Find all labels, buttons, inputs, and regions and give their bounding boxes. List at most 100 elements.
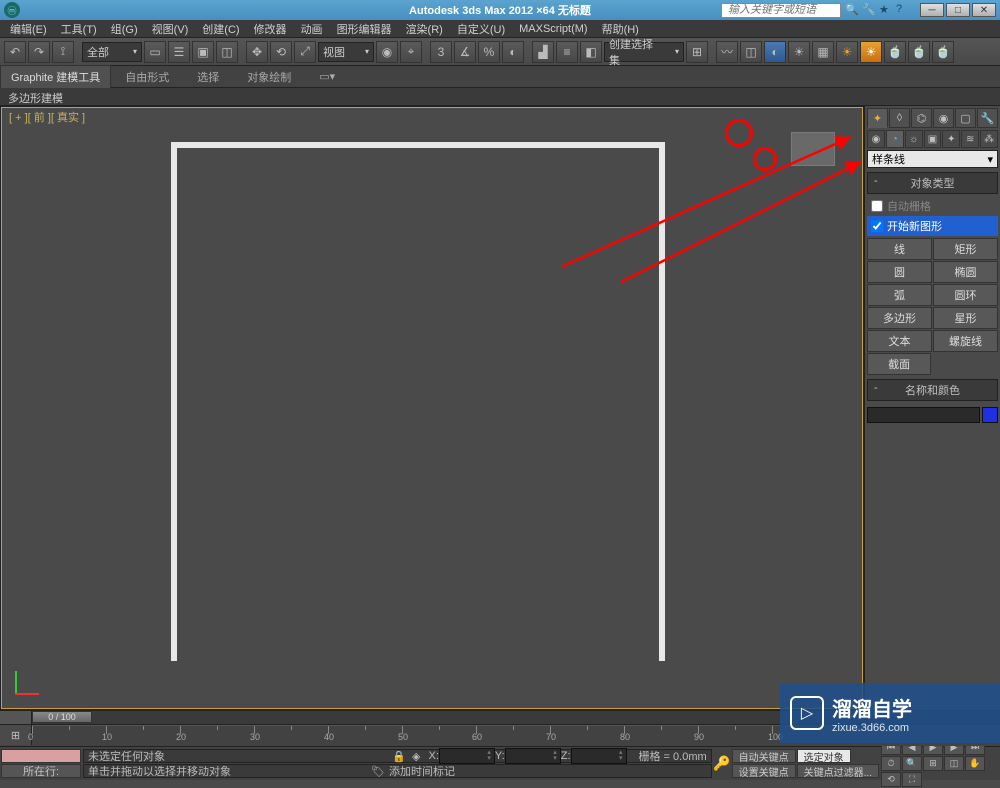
named-sel-set-dropdown[interactable]: 创建选择集 — [604, 42, 684, 62]
time-slider-handle[interactable]: 0 / 100 — [32, 711, 92, 723]
spinner-snap-button[interactable]: ◐ — [502, 41, 524, 63]
menu-customize[interactable]: 自定义(U) — [451, 19, 511, 39]
menu-maxscript[interactable]: MAXScript(M) — [513, 21, 593, 37]
key-icon[interactable]: 🔑 — [713, 755, 731, 772]
create-cameras-icon[interactable]: ▣ — [924, 130, 942, 148]
create-section-button[interactable]: 截面 — [867, 353, 931, 375]
menu-edit[interactable]: 编辑(E) — [4, 19, 53, 39]
teapot3-button[interactable]: 🍵 — [932, 41, 954, 63]
percent-snap-button[interactable]: % — [478, 41, 500, 63]
menu-grapheditors[interactable]: 图形编辑器 — [331, 19, 398, 39]
help-icon[interactable]: ? — [896, 3, 910, 17]
undo-button[interactable]: ↶ — [4, 41, 26, 63]
key-icon[interactable]: 🔧 — [862, 3, 876, 17]
teapot2-button[interactable]: 🍵 — [908, 41, 930, 63]
create-systems-icon[interactable]: ⁂ — [980, 130, 998, 148]
create-ngon-button[interactable]: 多边形 — [867, 307, 932, 329]
create-donut-button[interactable]: 圆环 — [933, 284, 998, 306]
lock-icon[interactable]: 🔒 — [392, 750, 406, 763]
snap-button[interactable]: 3 — [430, 41, 452, 63]
create-text-button[interactable]: 文本 — [867, 330, 932, 352]
cmd-tab-motion[interactable]: ◉ — [933, 108, 954, 128]
create-helix-button[interactable]: 螺旋线 — [933, 330, 998, 352]
select-name-button[interactable]: ☰ — [168, 41, 190, 63]
selection-filter-dropdown[interactable]: 全部 — [82, 42, 142, 62]
render-frame-button[interactable]: ▦ — [812, 41, 834, 63]
maximize-button[interactable]: □ — [946, 3, 970, 17]
create-arc-button[interactable]: 弧 — [867, 284, 932, 306]
create-ellipse-button[interactable]: 椭圆 — [933, 261, 998, 283]
layers-button[interactable]: ◧ — [580, 41, 602, 63]
coord-y-input[interactable]: ▴▾ — [505, 748, 561, 764]
render-setup-button[interactable]: ☀ — [788, 41, 810, 63]
scale-button[interactable]: ⤢ — [294, 41, 316, 63]
viewport-front[interactable]: [ + ][ 前 ][ 真实 ] — [0, 106, 864, 710]
align-button[interactable]: ≡ — [556, 41, 578, 63]
menu-tools[interactable]: 工具(T) — [55, 19, 103, 39]
autokey-button[interactable]: 自动关键点 — [732, 749, 796, 763]
search-icon[interactable]: 🔍 — [845, 3, 859, 17]
create-shapes-icon[interactable]: ◔ — [886, 130, 904, 148]
mirror-button[interactable]: ▟ — [532, 41, 554, 63]
autogrid-checkbox[interactable]: 自动栅格 — [867, 196, 998, 216]
location-button[interactable]: 所在行: — [1, 764, 81, 778]
select-region-button[interactable]: ▣ — [192, 41, 214, 63]
graphite-tab-freeform[interactable]: 自由形式 — [111, 66, 183, 88]
maxscript-mini-listener[interactable] — [1, 749, 81, 763]
nav-fov-button[interactable]: ◫ — [944, 756, 964, 771]
graphite-subheader[interactable]: 多边形建模 — [0, 88, 1000, 106]
rotate-button[interactable]: ⟲ — [270, 41, 292, 63]
angle-snap-button[interactable]: ∡ — [454, 41, 476, 63]
menu-animation[interactable]: 动画 — [295, 19, 329, 39]
app-icon[interactable]: ⓜ — [4, 2, 20, 18]
star-icon[interactable]: ★ — [879, 3, 893, 17]
coord-x-input[interactable]: ▴▾ — [439, 748, 495, 764]
curve-editor-button[interactable]: 〰 — [716, 41, 738, 63]
ribbon-toggle-icon[interactable]: ▭▾ — [305, 67, 349, 86]
create-spacewarps-icon[interactable]: ≋ — [961, 130, 979, 148]
nav-zoom-button[interactable]: 🔍 — [902, 756, 922, 771]
nav-maximize-button[interactable]: ⛶ — [902, 772, 922, 787]
start-new-shape-checkbox[interactable]: 开始新图形 — [867, 216, 998, 236]
object-color-swatch[interactable] — [982, 407, 998, 423]
material-editor-button[interactable]: ◐ — [764, 41, 786, 63]
help-search-input[interactable] — [721, 3, 841, 18]
nav-zoomall-button[interactable]: ⊞ — [923, 756, 943, 771]
create-line-button[interactable]: 线 — [867, 238, 932, 260]
graphite-tab-paint[interactable]: 对象绘制 — [233, 66, 305, 88]
select-button[interactable]: ▭ — [144, 41, 166, 63]
link-button[interactable]: ⟟ — [52, 41, 74, 63]
isolate-icon[interactable]: ◈ — [412, 750, 420, 763]
coord-z-input[interactable]: ▴▾ — [571, 748, 627, 764]
menu-modifiers[interactable]: 修改器 — [248, 19, 293, 39]
teapot1-button[interactable]: 🍵 — [884, 41, 906, 63]
ref-coord-dropdown[interactable]: 视图 — [318, 42, 374, 62]
schematic-button[interactable]: ◫ — [740, 41, 762, 63]
cmd-tab-modify[interactable]: ◊ — [889, 108, 910, 128]
cmd-tab-display[interactable]: ▢ — [955, 108, 976, 128]
time-config-button[interactable]: ⏱ — [881, 756, 901, 771]
cmd-tab-create[interactable]: ✦ — [867, 108, 888, 128]
nav-pan-button[interactable]: ✋ — [965, 756, 985, 771]
pivot-button[interactable]: ◉ — [376, 41, 398, 63]
render-button[interactable]: ☀ — [836, 41, 858, 63]
graphite-tab-selection[interactable]: 选择 — [183, 66, 233, 88]
rollout-name-color[interactable]: 名称和颜色 — [867, 379, 998, 401]
keyfilter-button[interactable]: 关键点过滤器... — [797, 764, 879, 778]
redo-button[interactable]: ↷ — [28, 41, 50, 63]
create-rectangle-button[interactable]: 矩形 — [933, 238, 998, 260]
manip-button[interactable]: ⌖ — [400, 41, 422, 63]
quick-render-button[interactable]: ☀ — [860, 41, 882, 63]
create-lights-icon[interactable]: ☼ — [905, 130, 923, 148]
selected-set-dropdown[interactable]: 选定对象 — [797, 749, 851, 763]
create-geometry-icon[interactable]: ◉ — [867, 130, 885, 148]
menu-create[interactable]: 创建(C) — [196, 19, 245, 39]
menu-views[interactable]: 视图(V) — [146, 19, 195, 39]
viewport-label[interactable]: [ + ][ 前 ][ 真实 ] — [9, 109, 85, 125]
object-name-input[interactable] — [867, 407, 980, 423]
setkey-button[interactable]: 设置关键点 — [732, 764, 796, 778]
nav-orbit-button[interactable]: ⟲ — [881, 772, 901, 787]
minimize-button[interactable]: ─ — [920, 3, 944, 17]
toggle-axis-button[interactable]: ⊞ — [686, 41, 708, 63]
rollout-object-type[interactable]: 对象类型 — [867, 172, 998, 194]
